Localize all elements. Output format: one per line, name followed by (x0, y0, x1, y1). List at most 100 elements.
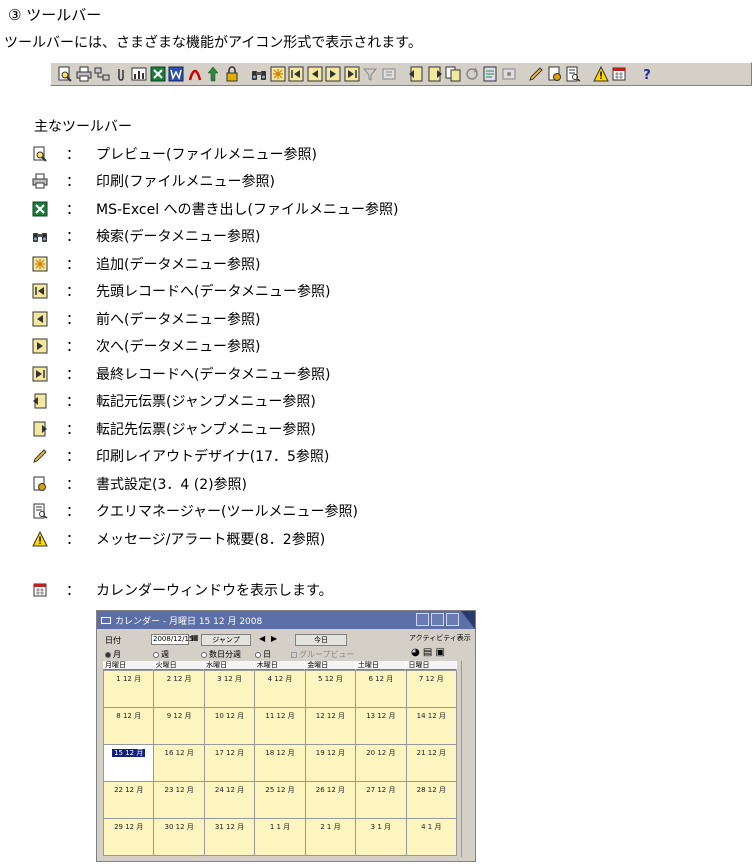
format-settings-icon[interactable] (547, 66, 563, 82)
legend-item: ： MS-Excel への書き出し(ファイルメニュー参照) (30, 195, 398, 223)
calendar-day-cell[interactable]: 31 12 月 (204, 818, 256, 855)
calendar-day-label: 28 12 月 (416, 786, 446, 794)
date-picker-icon[interactable]: ▦ (191, 633, 199, 642)
calendar-day-cell[interactable]: 13 12 月 (356, 707, 407, 744)
view-day-radio[interactable]: 日 (255, 649, 271, 660)
calendar-day-cell[interactable]: 29 12 月 (104, 818, 155, 855)
calendar-scrollbar[interactable] (461, 661, 471, 857)
chart-icon[interactable] (131, 66, 147, 82)
lock-icon[interactable] (224, 66, 240, 82)
last-record-icon[interactable] (344, 66, 360, 82)
calendar-day-cell[interactable]: 15 12 月 (104, 744, 155, 781)
pdf-icon[interactable] (187, 66, 203, 82)
settings-icon[interactable] (501, 66, 517, 82)
next-arrow-icon[interactable]: ▶ (271, 634, 277, 643)
prev-arrow-icon[interactable]: ◀ (259, 634, 265, 643)
calendar-day-cell[interactable]: 6 12 月 (356, 670, 407, 707)
legend-item: ： 転記元伝票(ジャンプメニュー参照) (30, 388, 398, 416)
calendar-day-cell[interactable]: 8 12 月 (104, 707, 155, 744)
pencil-layout-icon[interactable] (528, 66, 544, 82)
excel-export-icon[interactable] (150, 66, 166, 82)
format-settings-icon (30, 474, 50, 494)
calendar-day-label: 25 12 月 (265, 786, 295, 794)
binoculars-search-icon[interactable] (251, 66, 267, 82)
activity-icons[interactable]: ◕ ▤ ▣ (411, 647, 445, 658)
legend-text: 書式設定(3．4 (2)参照) (96, 476, 248, 493)
calendar-day-cell[interactable]: 4 1 月 (406, 818, 457, 855)
colon: ： (66, 421, 80, 438)
calendar-day-cell[interactable]: 26 12 月 (305, 781, 357, 818)
calendar-day-cell[interactable]: 4 12 月 (255, 670, 306, 707)
calendar-day-cell[interactable]: 23 12 月 (154, 781, 205, 818)
date-field[interactable]: 2008/12/15 (151, 634, 193, 645)
calendar-day-cell[interactable]: 16 12 月 (154, 744, 205, 781)
legend-item: ： 印刷レイアウトデザイナ(17．5参照) (30, 443, 398, 471)
calendar-day-cell[interactable]: 3 12 月 (204, 670, 256, 707)
sort-icon[interactable] (381, 66, 397, 82)
minimize-button[interactable] (416, 613, 429, 626)
previous-record-icon[interactable] (307, 66, 323, 82)
jump-button[interactable]: ジャンプ (201, 634, 251, 646)
calendar-day-cell[interactable]: 14 12 月 (406, 707, 457, 744)
view-multiday-radio[interactable]: 数日分週 (201, 649, 241, 660)
group-view-checkbox[interactable]: グループビュー (291, 649, 355, 660)
calendar-day-cell[interactable]: 28 12 月 (406, 781, 457, 818)
source-slip-icon[interactable] (408, 66, 424, 82)
network-icon[interactable] (94, 66, 110, 82)
calendar-day-cell[interactable]: 25 12 月 (255, 781, 306, 818)
calendar-day-cell[interactable]: 2 1 月 (305, 818, 357, 855)
calendar-day-cell[interactable]: 1 12 月 (104, 670, 155, 707)
calendar-day-cell[interactable]: 2 12 月 (154, 670, 205, 707)
calendar-day-cell[interactable]: 24 12 月 (204, 781, 256, 818)
next-record-icon[interactable] (325, 66, 341, 82)
calendar-grid: 月曜日 火曜日 水曜日 木曜日 金曜日 土曜日 日曜日 1 12 月 2 12 月 3 12 月… (103, 661, 458, 856)
refresh-icon[interactable] (464, 66, 480, 82)
calendar-day-cell[interactable]: 11 12 月 (255, 707, 306, 744)
calendar-day-cell[interactable]: 27 12 月 (356, 781, 407, 818)
calendar-day-cell[interactable]: 21 12 月 (406, 744, 457, 781)
word-export-icon[interactable] (168, 66, 184, 82)
query-manager-icon[interactable] (565, 66, 581, 82)
excel-export-icon (30, 199, 50, 219)
calendar-day-cell[interactable]: 30 12 月 (154, 818, 205, 855)
svg-text:?: ? (643, 68, 651, 82)
close-button[interactable] (446, 613, 459, 626)
maximize-button[interactable] (431, 613, 444, 626)
calendar-icon[interactable] (611, 66, 627, 82)
filter-icon[interactable] (362, 66, 378, 82)
calendar-day-cell[interactable]: 18 12 月 (255, 744, 306, 781)
first-record-icon[interactable] (288, 66, 304, 82)
copy-slip-icon[interactable] (445, 66, 461, 82)
preview-icon[interactable] (57, 66, 73, 82)
target-slip-icon[interactable] (427, 66, 443, 82)
warning-icon[interactable] (592, 66, 609, 82)
calendar-day-cell[interactable]: 20 12 月 (356, 744, 407, 781)
legend-text: 転記元伝票(ジャンプメニュー参照) (96, 394, 316, 411)
colon: ： (66, 256, 80, 273)
attach-icon[interactable] (113, 66, 129, 82)
calendar-day-cell[interactable]: 3 1 月 (356, 818, 407, 855)
calendar-window: カレンダー - 月曜日 15 12 月 2008 日付 2008/12/15 ▦… (96, 610, 476, 862)
print-icon[interactable] (76, 66, 92, 82)
calendar-day-cell[interactable]: 17 12 月 (204, 744, 256, 781)
calendar-day-cell[interactable]: 22 12 月 (104, 781, 155, 818)
help-icon[interactable]: ? (639, 66, 655, 82)
colon: ： (66, 201, 80, 218)
calendar-day-cell[interactable]: 12 12 月 (305, 707, 357, 744)
calendar-day-cell[interactable]: 19 12 月 (305, 744, 357, 781)
legend-item: ： 転記先伝票(ジャンプメニュー参照) (30, 415, 398, 443)
calendar-day-cell[interactable]: 10 12 月 (204, 707, 256, 744)
document-icon[interactable] (482, 66, 498, 82)
navigate-icon[interactable] (205, 66, 221, 82)
calendar-day-label: 21 12 月 (416, 749, 446, 757)
calendar-day-cell[interactable]: 7 12 月 (406, 670, 457, 707)
today-button[interactable]: 今日 (295, 634, 347, 646)
view-week-radio[interactable]: 週 (153, 649, 169, 660)
calendar-day-cell[interactable]: 5 12 月 (305, 670, 357, 707)
view-month-radio[interactable]: 月 (105, 649, 121, 660)
colon: ： (66, 284, 80, 301)
calendar-day-cell[interactable]: 1 1 月 (255, 818, 306, 855)
calendar-day-cell[interactable]: 9 12 月 (154, 707, 205, 744)
add-record-icon[interactable] (270, 66, 286, 82)
calendar-day-label: 12 12 月 (315, 712, 346, 720)
